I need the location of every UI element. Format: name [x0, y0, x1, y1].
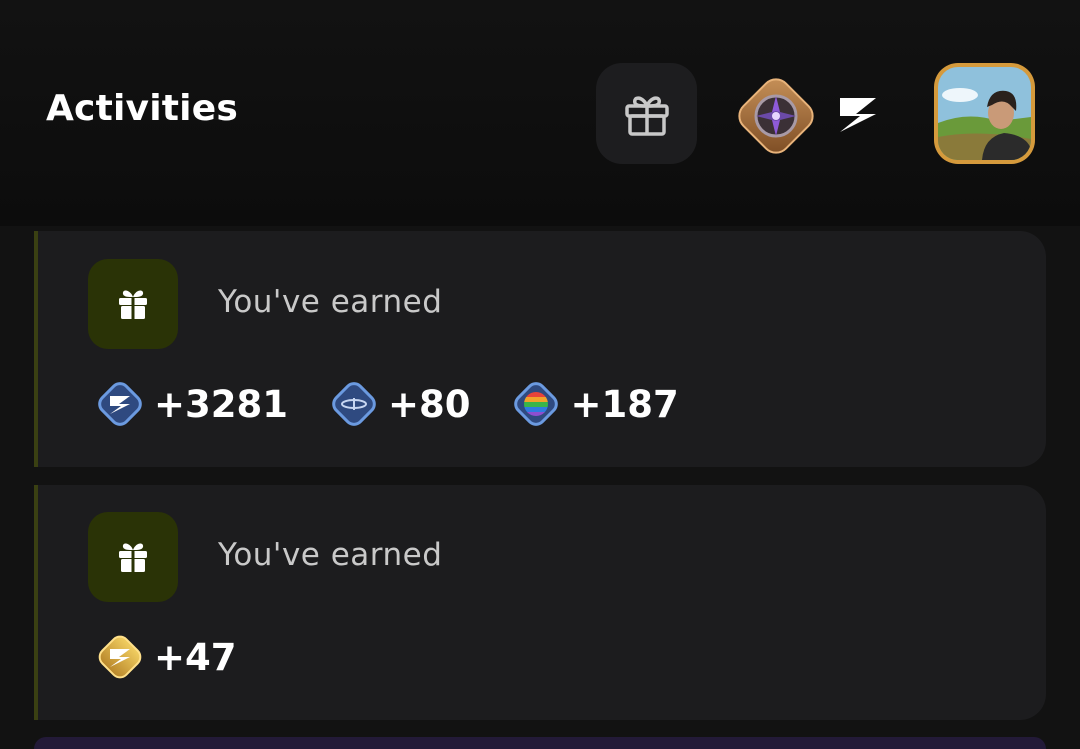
rainbow-token-icon — [514, 382, 559, 426]
reward-item: +187 — [506, 374, 679, 434]
bolt-coin-icon — [98, 382, 142, 426]
orbit-token-icon — [332, 382, 376, 426]
reward-value: +187 — [570, 382, 679, 426]
avatar-image — [938, 67, 1031, 160]
gift-button[interactable] — [596, 63, 697, 164]
activity-label: You've earned — [218, 284, 443, 320]
activity-gift-tile — [88, 512, 178, 602]
activity-card[interactable]: You've earned +3281 +80 +187 — [34, 231, 1046, 467]
gift-icon — [119, 290, 147, 319]
rank-badge-icon[interactable] — [728, 68, 824, 164]
reward-item: +80 — [324, 374, 471, 434]
bolt-logo-icon — [840, 98, 876, 132]
reward-item: +3281 — [90, 374, 288, 434]
app-header: Activities — [0, 0, 1080, 226]
activity-label: You've earned — [218, 537, 443, 573]
next-activity-card-edge — [34, 737, 1046, 749]
activity-gift-tile — [88, 259, 178, 349]
gift-icon — [624, 95, 669, 136]
rewards-row: +47 — [90, 627, 273, 687]
gift-icon — [119, 543, 147, 572]
reward-item: +47 — [90, 627, 237, 687]
rewards-row: +3281 +80 +187 — [90, 374, 715, 434]
reward-value: +47 — [154, 635, 237, 679]
reward-value: +3281 — [154, 382, 288, 426]
reward-value: +80 — [387, 382, 471, 426]
activity-card[interactable]: You've earned +47 — [34, 485, 1046, 720]
gold-bolt-coin-icon — [98, 635, 142, 679]
page-title: Activities — [46, 88, 238, 129]
user-avatar[interactable] — [934, 63, 1035, 164]
